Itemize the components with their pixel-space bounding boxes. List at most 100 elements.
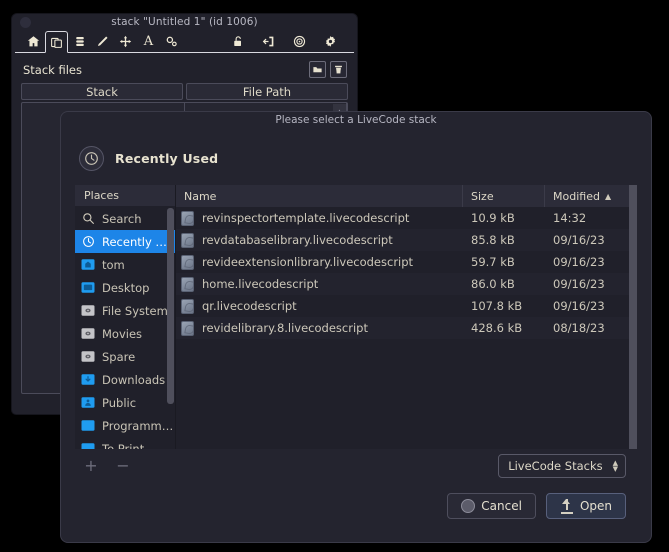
sidebar-item-desktop[interactable]: Desktop [75,276,175,299]
places-header: Places [75,185,175,207]
database-icon[interactable] [68,31,91,52]
open-button-label: Open [579,499,612,513]
current-location-label: Recently Used [115,151,219,166]
file-name-cell: revinspectortemplate.livecodescript [176,210,463,226]
table-row[interactable]: revdatabaselibrary.livecodescript 85.8 k… [176,229,637,251]
move-icon[interactable] [114,31,137,52]
sidebar-item-spare[interactable]: Spare [75,345,175,368]
file-name-label: revidelibrary.8.livecodescript [202,321,368,335]
dialog-location-header: Recently Used [61,130,651,185]
sidebar-item-public[interactable]: Public [75,391,175,414]
table-row[interactable]: qr.livecodescript 107.8 kB 09/16/23 [176,295,637,317]
file-name-label: revdatabaselibrary.livecodescript [202,233,393,247]
sidebar-item-programming[interactable]: Programm… [75,414,175,437]
clock-icon [79,146,104,171]
home-icon[interactable] [22,31,45,52]
cards-icon[interactable] [45,31,68,53]
sidebar-item-label: Programm… [102,418,174,433]
file-icon [181,210,194,226]
dialog-main-panes: Places Search Recently U… tom Desktop Fi… [75,185,637,449]
file-icon [181,254,194,270]
cancel-button[interactable]: Cancel [447,493,536,519]
file-modified-cell: 09/16/23 [553,233,605,247]
file-type-filter-dropdown[interactable]: LiveCode Stacks ▲ ▼ [498,454,626,478]
column-header-modified[interactable]: Modified ▲ [545,185,637,207]
stack-column-file-path[interactable]: File Path [186,83,348,100]
file-name-label: home.livecodescript [202,277,319,291]
text-icon[interactable]: A [137,31,160,52]
places-sidebar: Places Search Recently U… tom Desktop Fi… [75,185,176,449]
open-button[interactable]: Open [545,493,626,519]
sidebar-item-movies[interactable]: Movies [75,322,175,345]
dialog-titlebar[interactable]: Please select a LiveCode stack [61,112,651,130]
file-size-cell: 428.6 kB [471,321,523,335]
spinner-down-icon[interactable]: ▼ [613,466,618,473]
file-name-cell: revdatabaselibrary.livecodescript [176,232,463,248]
file-modified-cell: 08/18/23 [553,321,605,335]
file-icon [181,276,194,292]
table-row[interactable]: revinspectortemplate.livecodescript 10.9… [176,207,637,229]
sidebar-item-file-system[interactable]: File System [75,299,175,322]
drive-icon [81,350,95,364]
sidebar-item-label: Recently U… [102,234,175,249]
sidebar-item-label: File System [102,303,168,318]
dialog-footer: + − LiveCode Stacks ▲ ▼ Cancel Open [61,449,651,552]
spinner-arrows-icon[interactable]: ▲ ▼ [613,460,618,473]
file-list: Name Size Modified ▲ revinspectortemplat… [176,185,637,449]
file-name-label: qr.livecodescript [202,299,297,313]
open-folder-icon[interactable] [309,61,326,78]
table-row[interactable]: home.livecodescript 86.0 kB 09/16/23 [176,273,637,295]
delete-icon[interactable] [330,61,347,78]
table-row[interactable]: revidelibrary.8.livecodescript 428.6 kB … [176,317,637,339]
target-icon[interactable] [288,31,311,52]
stack-files-toolbar [309,61,347,78]
remove-bookmark-button[interactable]: − [115,458,131,474]
file-size-cell: 10.9 kB [471,211,515,225]
file-name-label: revideextensionlibrary.livecodescript [202,255,414,269]
sidebar-item-tom[interactable]: tom [75,253,175,276]
sidebar-item-to-print[interactable]: To Print [75,437,175,449]
column-header-name[interactable]: Name [176,185,463,207]
stack-window-titlebar[interactable]: stack "Untitled 1" (id 1006) [12,14,357,31]
screen: stack "Untitled 1" (id 1006) A Stack fil… [0,0,669,552]
stack-column-stack[interactable]: Stack [21,83,183,100]
sidebar-scrollbar-thumb[interactable] [167,208,174,404]
pencil-icon[interactable] [91,31,114,52]
stack-toolbar: A [15,31,354,53]
open-upload-icon [560,498,574,514]
export-icon[interactable] [257,31,280,52]
gear-icon[interactable] [319,31,342,52]
search-icon [81,212,95,226]
folder-icon [81,419,95,433]
file-chooser-dialog: Please select a LiveCode stack Recently … [61,112,651,542]
column-header-modified-label: Modified [553,189,600,203]
sidebar-item-downloads[interactable]: Downloads [75,368,175,391]
stack-table-header: Stack File Path [21,83,348,100]
home-folder-icon [81,258,95,272]
file-size-cell: 86.0 kB [471,277,515,291]
file-size-cell: 59.7 kB [471,255,515,269]
desktop-folder-icon [81,281,95,295]
table-row[interactable]: revideextensionlibrary.livecodescript 59… [176,251,637,273]
file-modified-cell: 09/16/23 [553,277,605,291]
file-modified-cell: 14:32 [553,211,587,225]
settings-gears-icon[interactable] [160,31,183,52]
file-name-cell: home.livecodescript [176,276,463,292]
sidebar-item-label: Desktop [102,280,150,295]
file-list-scrollbar-thumb[interactable] [629,185,637,449]
sidebar-item-recently-used[interactable]: Recently U… [75,230,175,253]
file-modified-cell: 09/16/23 [553,255,605,269]
file-name-cell: qr.livecodescript [176,298,463,314]
bookmark-controls: + − [83,458,131,474]
clock-icon [81,235,95,249]
sidebar-item-label: Movies [102,326,143,341]
unlock-icon[interactable] [226,31,249,52]
file-type-filter-value: LiveCode Stacks [508,459,603,473]
public-folder-icon [81,396,95,410]
dialog-action-buttons: Cancel Open [447,493,626,519]
file-size-cell: 85.8 kB [471,233,515,247]
add-bookmark-button[interactable]: + [83,458,99,474]
sidebar-item-label: To Print [102,441,145,450]
column-header-size[interactable]: Size [463,185,545,207]
sidebar-item-search[interactable]: Search [75,207,175,230]
